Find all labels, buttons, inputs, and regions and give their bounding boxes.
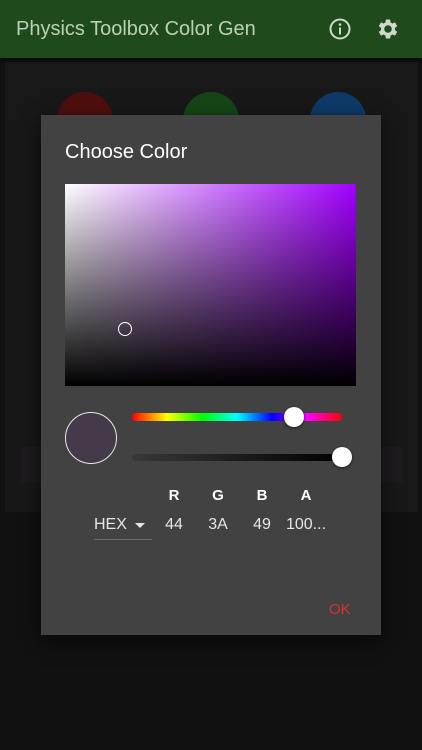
color-preview-swatch	[65, 412, 117, 464]
channel-label-r: R	[168, 487, 180, 504]
saturation-value-cursor[interactable]	[118, 322, 132, 336]
alpha-slider[interactable]	[132, 447, 352, 467]
channel-label-g: G	[212, 487, 224, 504]
alpha-slider-thumb[interactable]	[332, 447, 352, 467]
hue-slider-thumb[interactable]	[283, 407, 304, 427]
ok-button[interactable]: OK	[325, 599, 355, 620]
channel-value-a[interactable]: 100...	[284, 516, 328, 534]
gear-icon	[378, 19, 398, 39]
channel-label-b: B	[256, 487, 268, 504]
color-picker-dialog: Choose Color HEX R G B A 44 3A 49 100...…	[41, 115, 381, 635]
app-title: Physics Toolbox Color Gen	[16, 17, 256, 40]
info-button[interactable]	[326, 15, 354, 43]
channel-value-g[interactable]: 3A	[196, 516, 240, 534]
dropdown-arrow-icon	[134, 522, 145, 528]
settings-button[interactable]	[374, 15, 402, 43]
dialog-title: Choose Color	[65, 141, 188, 163]
app-bar: Physics Toolbox Color Gen	[0, 0, 422, 58]
channel-value-r[interactable]: 44	[152, 516, 196, 534]
color-format-value: HEX	[94, 516, 127, 533]
channel-value-b[interactable]: 49	[240, 516, 284, 534]
info-icon	[329, 18, 351, 40]
saturation-value-area[interactable]	[65, 184, 356, 386]
color-format-select[interactable]: HEX	[94, 511, 152, 540]
channel-label-a: A	[300, 487, 312, 504]
hue-slider[interactable]	[132, 407, 342, 427]
